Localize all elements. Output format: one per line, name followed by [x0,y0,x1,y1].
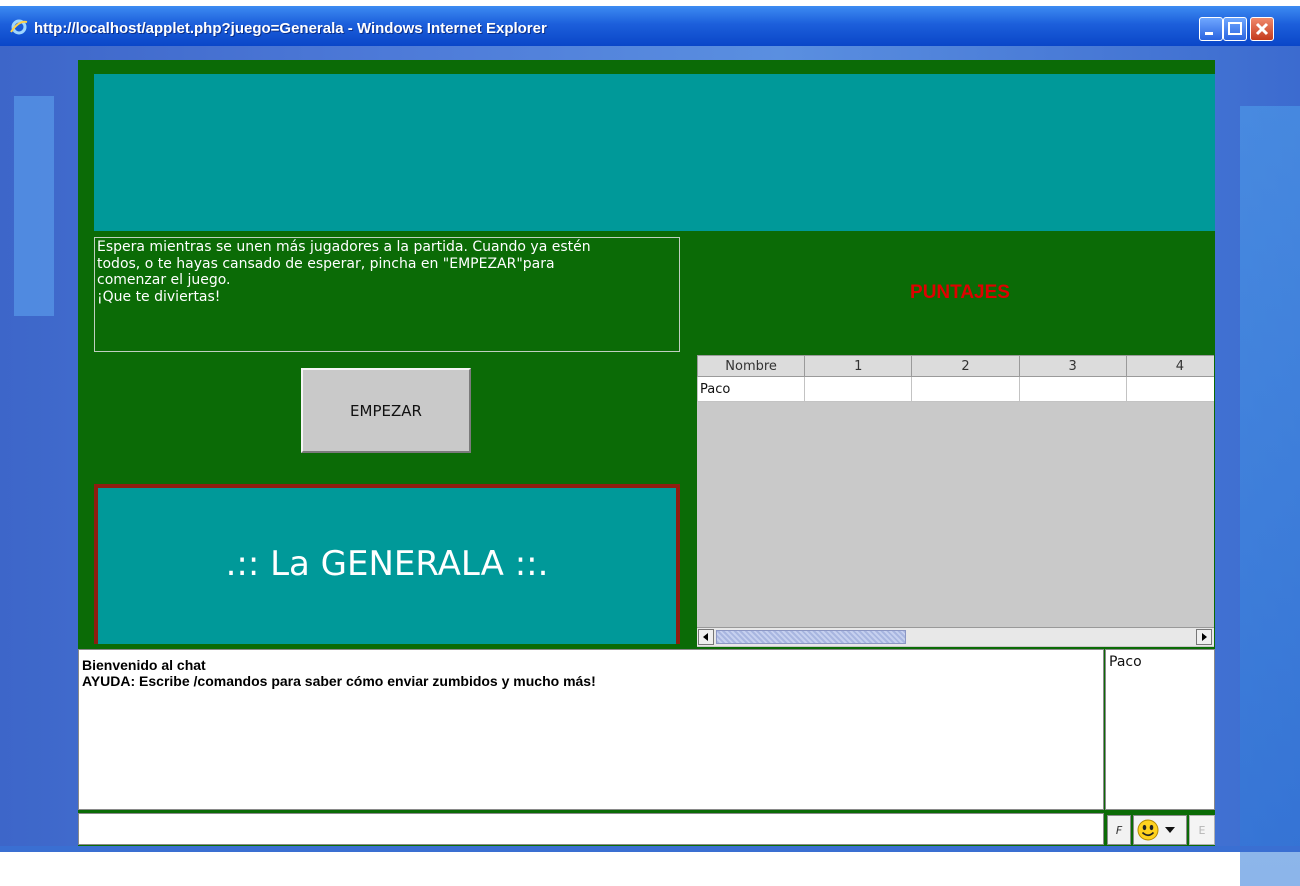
table-cell[interactable] [911,376,1020,402]
extra-button[interactable]: E [1189,815,1215,845]
status-line: ¡Que te diviertas! [97,288,221,305]
horizontal-scrollbar[interactable] [697,627,1214,646]
scroll-right-button[interactable] [1196,629,1212,645]
format-button[interactable]: F [1107,815,1131,845]
scrollbar-thumb[interactable] [716,630,906,644]
arrow-right-icon [1202,633,1207,641]
chat-message: Bienvenido al chat [82,657,206,673]
scores-heading: PUNTAJES [910,282,1010,303]
status-line: Espera mientras se unen más jugadores a … [97,239,591,255]
chat-log[interactable]: Bienvenido al chat AYUDA: Escribe /coman… [78,649,1104,810]
table-row[interactable]: Paco [697,376,1214,402]
background-glow [14,96,54,316]
title-bar: http://localhost/applet.php?juego=Genera… [0,6,1300,46]
chat-user-list[interactable]: Paco [1105,649,1215,810]
minimize-button[interactable] [1199,17,1223,41]
column-header[interactable]: Nombre [697,355,806,377]
arrow-left-icon [703,633,708,641]
maximize-button[interactable] [1223,17,1247,41]
status-line: comenzar el juego. [97,272,231,288]
scroll-left-button[interactable] [698,629,714,645]
column-header[interactable]: 1 [804,355,913,377]
table-header-row: Nombre 1 2 3 4 [697,355,1214,377]
chat-message: AYUDA: Escribe /comandos para saber cómo… [82,673,596,689]
user-list-item[interactable]: Paco [1109,654,1214,670]
scores-viewport: Nombre 1 2 3 4 Paco [697,355,1214,625]
chat-input[interactable] [78,813,1104,845]
game-title: .:: La GENERALA ::. [225,544,549,584]
table-cell[interactable]: Paco [697,376,806,402]
window-title: http://localhost/applet.php?juego=Genera… [34,20,547,37]
ie-logo-icon [10,18,28,36]
table-cell[interactable] [1018,376,1127,402]
dropdown-arrow-icon [1165,827,1175,833]
start-button[interactable]: EMPEZAR [301,368,471,453]
status-line: todos, o te hayas cansado de esperar, pi… [97,255,555,272]
background-glow [1240,106,1300,886]
column-header[interactable]: 4 [1125,355,1214,377]
table-cell[interactable] [1125,376,1214,402]
emoji-button[interactable] [1133,815,1187,845]
top-banner [94,74,1215,231]
scores-table: Nombre 1 2 3 4 Paco [697,355,1214,402]
table-cell[interactable] [804,376,913,402]
close-button[interactable] [1250,17,1274,41]
column-header[interactable]: 2 [911,355,1020,377]
window-bottom-edge [0,846,1300,852]
status-message-box: Espera mientras se unen más jugadores a … [94,237,680,352]
game-title-panel: .:: La GENERALA ::. [94,484,680,644]
smiley-icon [1137,819,1175,841]
scores-table-area: Nombre 1 2 3 4 Paco [697,355,1214,647]
column-header[interactable]: 3 [1018,355,1127,377]
